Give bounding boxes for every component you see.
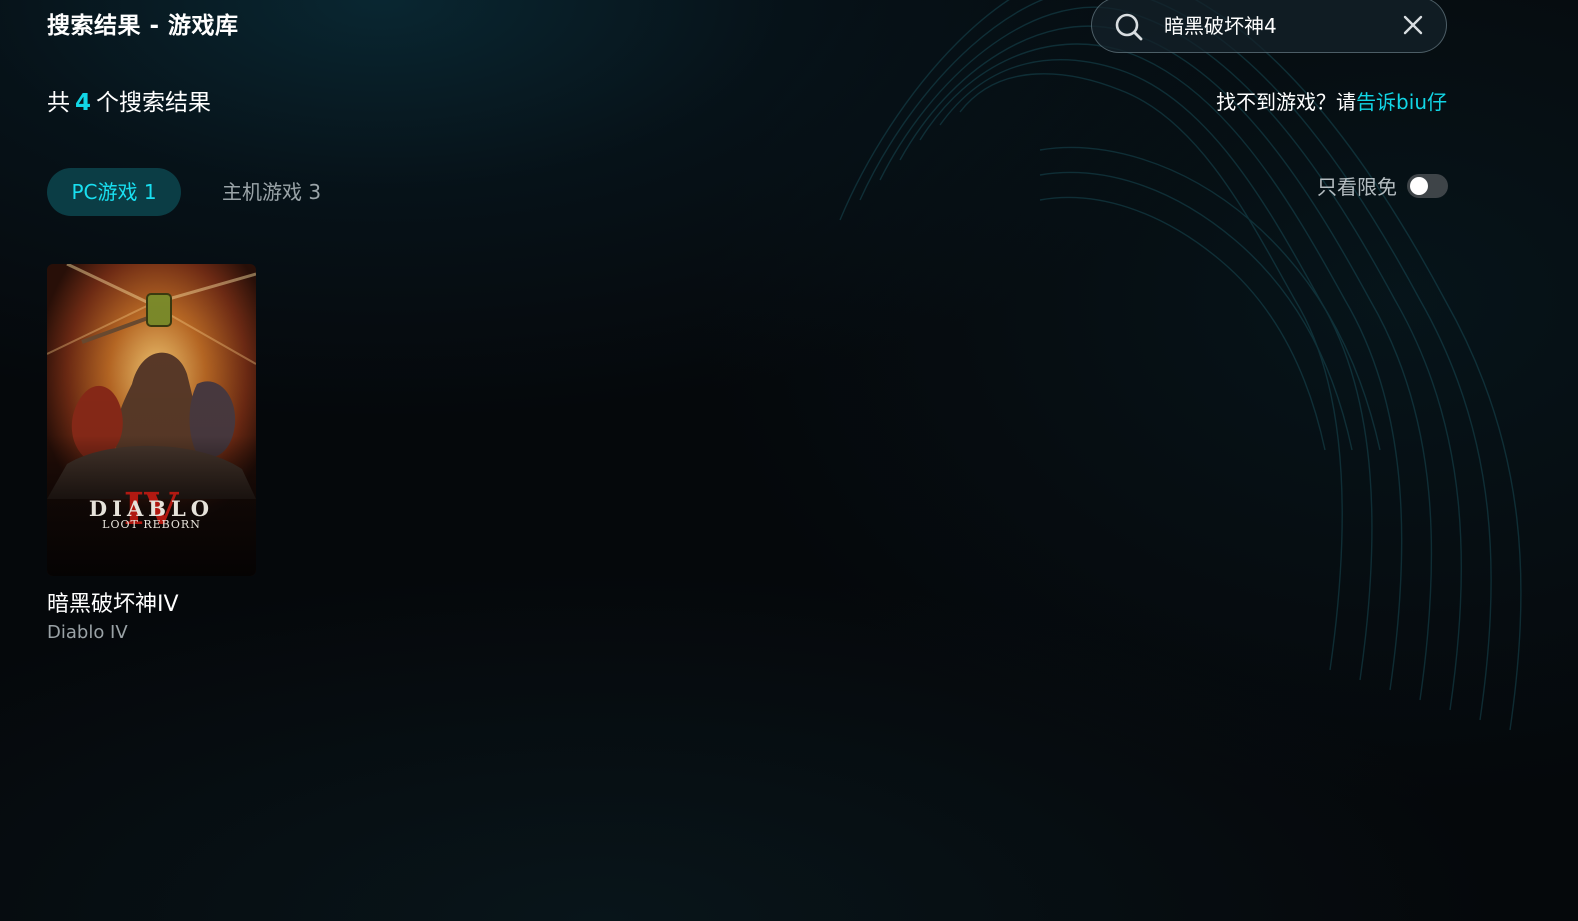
game-cover-image[interactable]: IV DIABLO LOOT REBORN: [47, 264, 256, 576]
result-count-number: 4: [75, 90, 92, 116]
result-count-suffix: 个搜索结果: [96, 90, 212, 116]
search-icon[interactable]: [1113, 11, 1145, 43]
help-prompt: 找不到游戏？请告诉biu仔: [1216, 87, 1447, 117]
result-count: 共 4 个搜索结果: [47, 86, 211, 120]
tab-console-games[interactable]: 主机游戏 3: [222, 168, 342, 216]
search-input[interactable]: 暗黑破坏神4: [1164, 11, 1277, 41]
game-card[interactable]: IV DIABLO LOOT REBORN 暗黑破坏神IV Diablo IV: [47, 264, 256, 646]
close-icon[interactable]: [1400, 12, 1426, 38]
result-count-prefix: 共: [47, 90, 70, 116]
free-only-label: 只看限免: [1317, 175, 1397, 199]
game-title[interactable]: 暗黑破坏神IV: [47, 590, 256, 620]
help-text: 找不到游戏？请: [1216, 90, 1357, 114]
page-title: 搜索结果 - 游戏库: [47, 13, 239, 39]
toggle-knob: [1410, 177, 1428, 195]
app-root: 搜索结果 - 游戏库 暗黑破坏神4 共 4 个搜索结果 找不到游戏？请告诉biu仔 …: [0, 0, 1578, 921]
game-english-title: Diablo IV: [47, 622, 128, 643]
report-link[interactable]: 告诉biu仔: [1356, 90, 1447, 114]
free-only-toggle[interactable]: [1407, 174, 1448, 198]
search-box[interactable]: 暗黑破坏神4: [1091, 0, 1447, 53]
cover-subtitle: LOOT REBORN: [102, 518, 201, 531]
tab-pc-games[interactable]: PC游戏 1: [47, 168, 181, 216]
